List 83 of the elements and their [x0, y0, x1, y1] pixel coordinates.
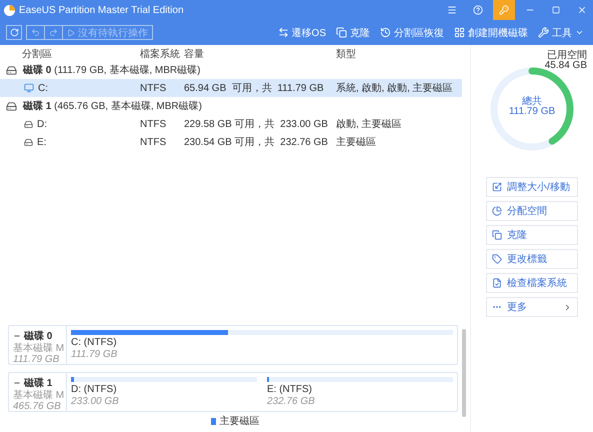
toolbar-button[interactable]: 遷移OS — [274, 26, 329, 40]
column-header[interactable]: 類型 — [334, 47, 462, 61]
table-cell-text: 主要磁區 — [335, 136, 376, 149]
disk-name: 磁碟 0 — [24, 330, 52, 342]
window-title: EaseUS Partition Master Trial Edition — [19, 4, 185, 16]
partition-name: D: — [37, 118, 47, 130]
partition-row[interactable]: D: NTFS 229.58 GB 可用，共 233.00 GB 啟動, 主要磁區 — [0, 115, 462, 133]
disk-row[interactable]: 磁碟 0 (111.79 GB, 基本磁碟, MBR磁碟) — [0, 61, 470, 79]
copy-icon — [336, 27, 347, 38]
disk-label: 磁碟 1 (465.76 GB, 基本磁碟, MBR磁碟) — [22, 100, 202, 113]
history-icon — [380, 27, 391, 38]
arrows-icon — [278, 27, 289, 38]
table-cell-text: NTFS — [139, 82, 166, 94]
partition-size: 233.00 GB — [71, 396, 120, 407]
action-button[interactable]: 更改標籤 — [486, 249, 578, 269]
refresh-icon — [10, 28, 18, 37]
partition-bar[interactable] — [71, 330, 453, 335]
system-drive-icon — [24, 83, 34, 93]
drive-icon — [6, 64, 17, 76]
used-space-value: 45.84 GB — [544, 61, 587, 71]
column-header[interactable]: 容量 — [182, 47, 334, 61]
table-cell-text: 啟動, 主要磁區 — [335, 118, 402, 131]
action-button[interactable]: 克隆 — [486, 225, 578, 245]
partition-label: D: (NTFS) — [71, 384, 118, 396]
partition-size: 111.79 GB — [71, 349, 118, 360]
maximize-icon — [552, 6, 560, 14]
help-icon — [473, 5, 483, 15]
action-button[interactable]: 檢查檔案系統 — [486, 273, 578, 293]
toolbar-button[interactable]: 創建開機磁碟 — [451, 26, 531, 40]
action-button[interactable]: 調整大小/移動 — [486, 177, 578, 197]
close-icon — [577, 5, 587, 15]
used-space-label: 已用空間 — [547, 51, 587, 61]
table-cell-text: NTFS — [139, 118, 166, 130]
partition-name: E: — [37, 136, 46, 148]
action-button[interactable]: 更多 — [486, 297, 578, 317]
action-button[interactable]: 分配空間 — [486, 201, 578, 221]
column-header[interactable]: 分割區 — [0, 47, 138, 61]
toolbar-button[interactable]: 分割區恢復 — [377, 26, 447, 40]
drive-icon — [6, 100, 17, 112]
total-label: 總共 — [522, 97, 542, 107]
pie-icon — [492, 206, 502, 216]
partition-name: C: — [38, 82, 48, 94]
disk-label: 磁碟 0 (111.79 GB, 基本磁碟, MBR磁碟) — [22, 64, 200, 77]
table-cell-text: 系統, 啟動, 啟動, 主要磁區 — [335, 82, 453, 95]
disk-name: 磁碟 1 — [24, 376, 52, 390]
toolbar-button[interactable]: 工具 — [535, 26, 587, 40]
file-check-icon — [492, 278, 502, 288]
key-icon — [499, 5, 509, 15]
disk-size: 111.79 GB — [13, 354, 60, 365]
toolbar-button[interactable]: 克隆 — [333, 26, 373, 40]
play-icon — [67, 28, 75, 36]
key-button[interactable] — [493, 0, 515, 20]
total-value: 111.79 GB — [508, 107, 556, 117]
caret-icon — [575, 28, 584, 37]
copy-icon — [492, 230, 502, 240]
grid-icon — [454, 27, 465, 38]
partition-row[interactable]: E: NTFS 230.54 GB 可用，共 232.76 GB 主要磁區 — [0, 133, 462, 151]
disk-type: 基本磁碟 M — [13, 390, 62, 401]
partition-label: C: (NTFS) — [71, 337, 118, 349]
scrollbar[interactable] — [462, 329, 466, 417]
partition-size: 232.76 GB — [267, 396, 316, 407]
partition-label: E: (NTFS) — [267, 384, 313, 396]
wrench-icon — [538, 27, 549, 38]
drive-icon — [24, 138, 33, 146]
table-cell-text: 65.94 GB 可用，共 111.79 GB — [183, 82, 324, 95]
refresh-button[interactable] — [6, 25, 22, 40]
undo-icon — [31, 28, 40, 37]
redo-icon — [49, 28, 58, 37]
drive-icon — [24, 120, 33, 128]
resize-icon — [492, 182, 502, 192]
menu-icon — [447, 5, 457, 15]
partition-row[interactable]: C: NTFS 65.94 GB 可用，共 111.79 GB 系統, 啟動, 啟動, 主要磁區 — [0, 79, 462, 97]
table-cell-text: 229.58 GB 可用，共 233.00 GB — [183, 118, 328, 131]
disk-type: 基本磁碟 M — [13, 343, 62, 354]
disk-size: 465.76 GB — [13, 401, 62, 412]
legend-label: 主要磁區 — [220, 414, 260, 428]
table-cell-text: NTFS — [139, 136, 166, 148]
app-logo-icon — [4, 4, 15, 16]
disk-row[interactable]: 磁碟 1 (465.76 GB, 基本磁碟, MBR磁碟) — [0, 97, 470, 115]
table-cell-text: 230.54 GB 可用，共 232.76 GB — [183, 136, 328, 149]
chevron-icon — [563, 302, 572, 312]
column-header[interactable]: 檔案系統 — [138, 47, 182, 61]
tag-icon — [492, 254, 502, 264]
